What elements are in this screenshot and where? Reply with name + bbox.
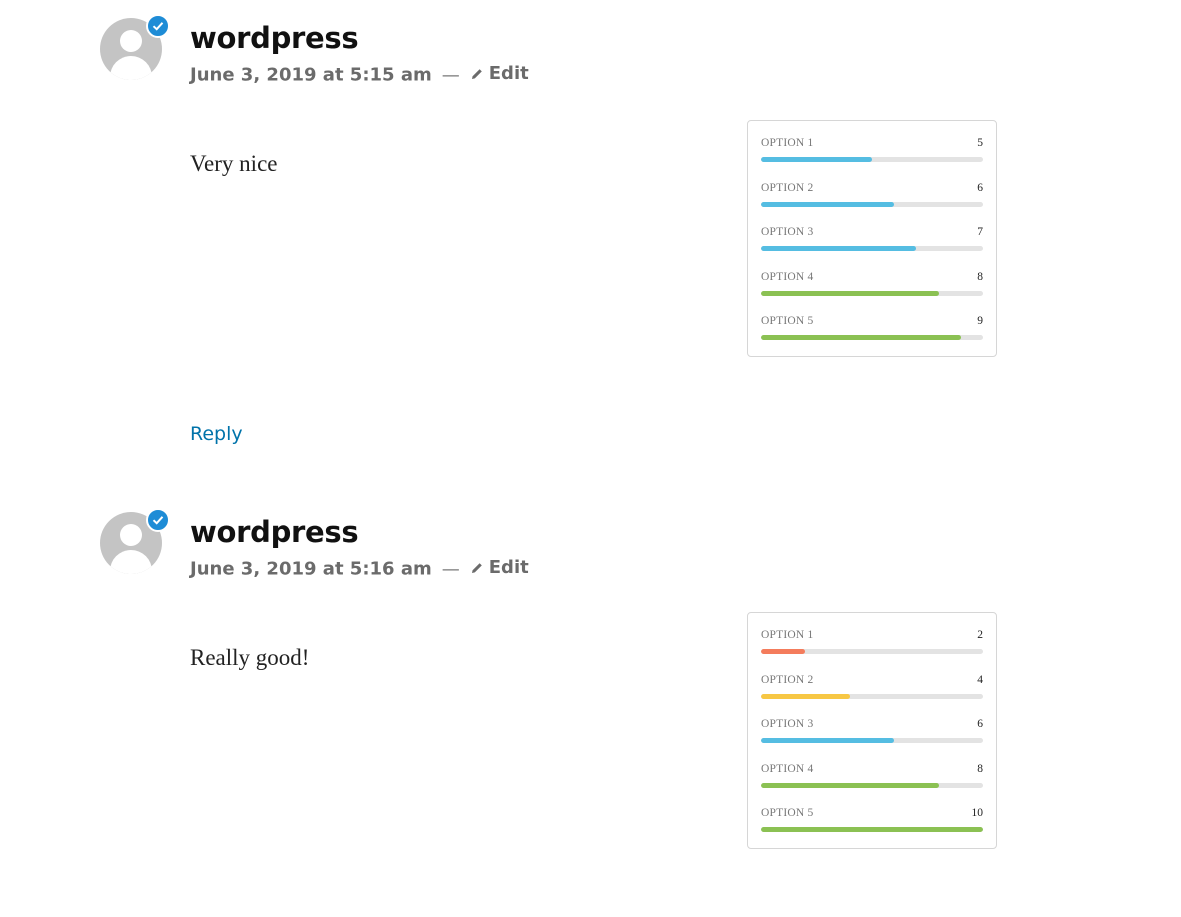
- rating-label: OPTION 3: [761, 718, 814, 731]
- rating-value: 8: [977, 270, 983, 283]
- rating-row: OPTION 4 8: [761, 747, 983, 792]
- rating-label: OPTION 2: [761, 181, 814, 194]
- edit-link[interactable]: Edit: [470, 557, 529, 578]
- rating-label: OPTION 4: [761, 762, 814, 775]
- rating-bar-track: [761, 827, 983, 833]
- pencil-icon: [471, 68, 482, 79]
- rating-value: 4: [977, 673, 983, 686]
- rating-label: OPTION 2: [761, 673, 814, 686]
- edit-label: Edit: [488, 557, 529, 578]
- comment-text: Really good!: [190, 645, 310, 670]
- rating-bar-fill: [761, 649, 806, 654]
- avatar-body-shape: [110, 56, 152, 80]
- rating-value: 9: [977, 315, 983, 328]
- rating-bar-track: [761, 738, 983, 744]
- comment-author[interactable]: wordpress: [190, 21, 359, 55]
- rating-row: OPTION 5 10: [761, 791, 983, 836]
- rating-value: 2: [977, 629, 983, 641]
- rating-bar-fill: [761, 782, 939, 788]
- rating-row: OPTION 3 7: [761, 210, 983, 255]
- rating-label: OPTION 1: [761, 629, 814, 641]
- rating-value: 6: [977, 718, 983, 731]
- rating-bar-fill: [761, 693, 850, 699]
- rating-label: OPTION 3: [761, 226, 814, 239]
- rating-bar-track: [761, 649, 983, 654]
- rating-label: OPTION 5: [761, 807, 814, 820]
- rating-bar-fill: [761, 738, 895, 744]
- rating-box: OPTION 1 2 OPTION 2 4 OPTION 3 6 OPTION 4 8 OPTI…: [747, 612, 997, 849]
- comment-meta: June 3, 2019 at 5:15 am — Edit: [190, 63, 529, 86]
- avatar-head-shape: [120, 30, 142, 52]
- rating-bar-track: [761, 246, 983, 252]
- rating-bar-fill: [761, 827, 983, 833]
- rating-bar-track: [761, 693, 983, 699]
- rating-bar-fill: [761, 290, 939, 296]
- reply-link[interactable]: Reply: [190, 423, 243, 445]
- rating-value: 6: [977, 181, 983, 194]
- rating-bar-track: [761, 201, 983, 207]
- rating-row: OPTION 4 8: [761, 255, 983, 300]
- rating-row: OPTION 1 5: [761, 121, 983, 166]
- rating-value: 7: [977, 226, 983, 239]
- rating-bar-fill: [761, 157, 872, 162]
- rating-label: OPTION 4: [761, 270, 814, 283]
- rating-bar-track: [761, 290, 983, 296]
- verified-check-icon: [146, 14, 170, 38]
- avatar-body-shape: [110, 550, 152, 574]
- rating-row: OPTION 1 2: [761, 613, 983, 658]
- rating-value: 10: [971, 807, 984, 820]
- rating-label: OPTION 1: [761, 137, 814, 149]
- comment-meta: June 3, 2019 at 5:16 am — Edit: [190, 557, 529, 580]
- meta-separator: —: [441, 64, 460, 86]
- rating-label: OPTION 5: [761, 315, 814, 328]
- rating-bar-fill: [761, 201, 895, 207]
- rating-bar-track: [761, 157, 983, 162]
- avatar-head-shape: [120, 524, 142, 546]
- rating-bar-track: [761, 335, 983, 341]
- edit-label: Edit: [488, 63, 529, 84]
- rating-row: OPTION 2 6: [761, 166, 983, 211]
- rating-bar-track: [761, 782, 983, 788]
- rating-row: OPTION 2 4: [761, 658, 983, 703]
- verified-check-icon: [146, 508, 170, 532]
- rating-bar-fill: [761, 246, 917, 252]
- pencil-icon: [471, 562, 482, 573]
- comment-date-link[interactable]: June 3, 2019 at 5:15 am: [190, 65, 432, 86]
- rating-row: OPTION 3 6: [761, 702, 983, 747]
- rating-value: 5: [977, 137, 983, 149]
- rating-box: OPTION 1 5 OPTION 2 6 OPTION 3 7 OPTION 4 8 OPTI…: [747, 120, 997, 357]
- comment-date-link[interactable]: June 3, 2019 at 5:16 am: [190, 559, 432, 580]
- rating-bar-fill: [761, 335, 961, 341]
- comment-author[interactable]: wordpress: [190, 515, 359, 549]
- rating-value: 8: [977, 762, 983, 775]
- edit-link[interactable]: Edit: [470, 63, 529, 84]
- meta-separator: —: [441, 558, 460, 580]
- comment-text: Very nice: [190, 151, 278, 176]
- rating-row: OPTION 5 9: [761, 299, 983, 344]
